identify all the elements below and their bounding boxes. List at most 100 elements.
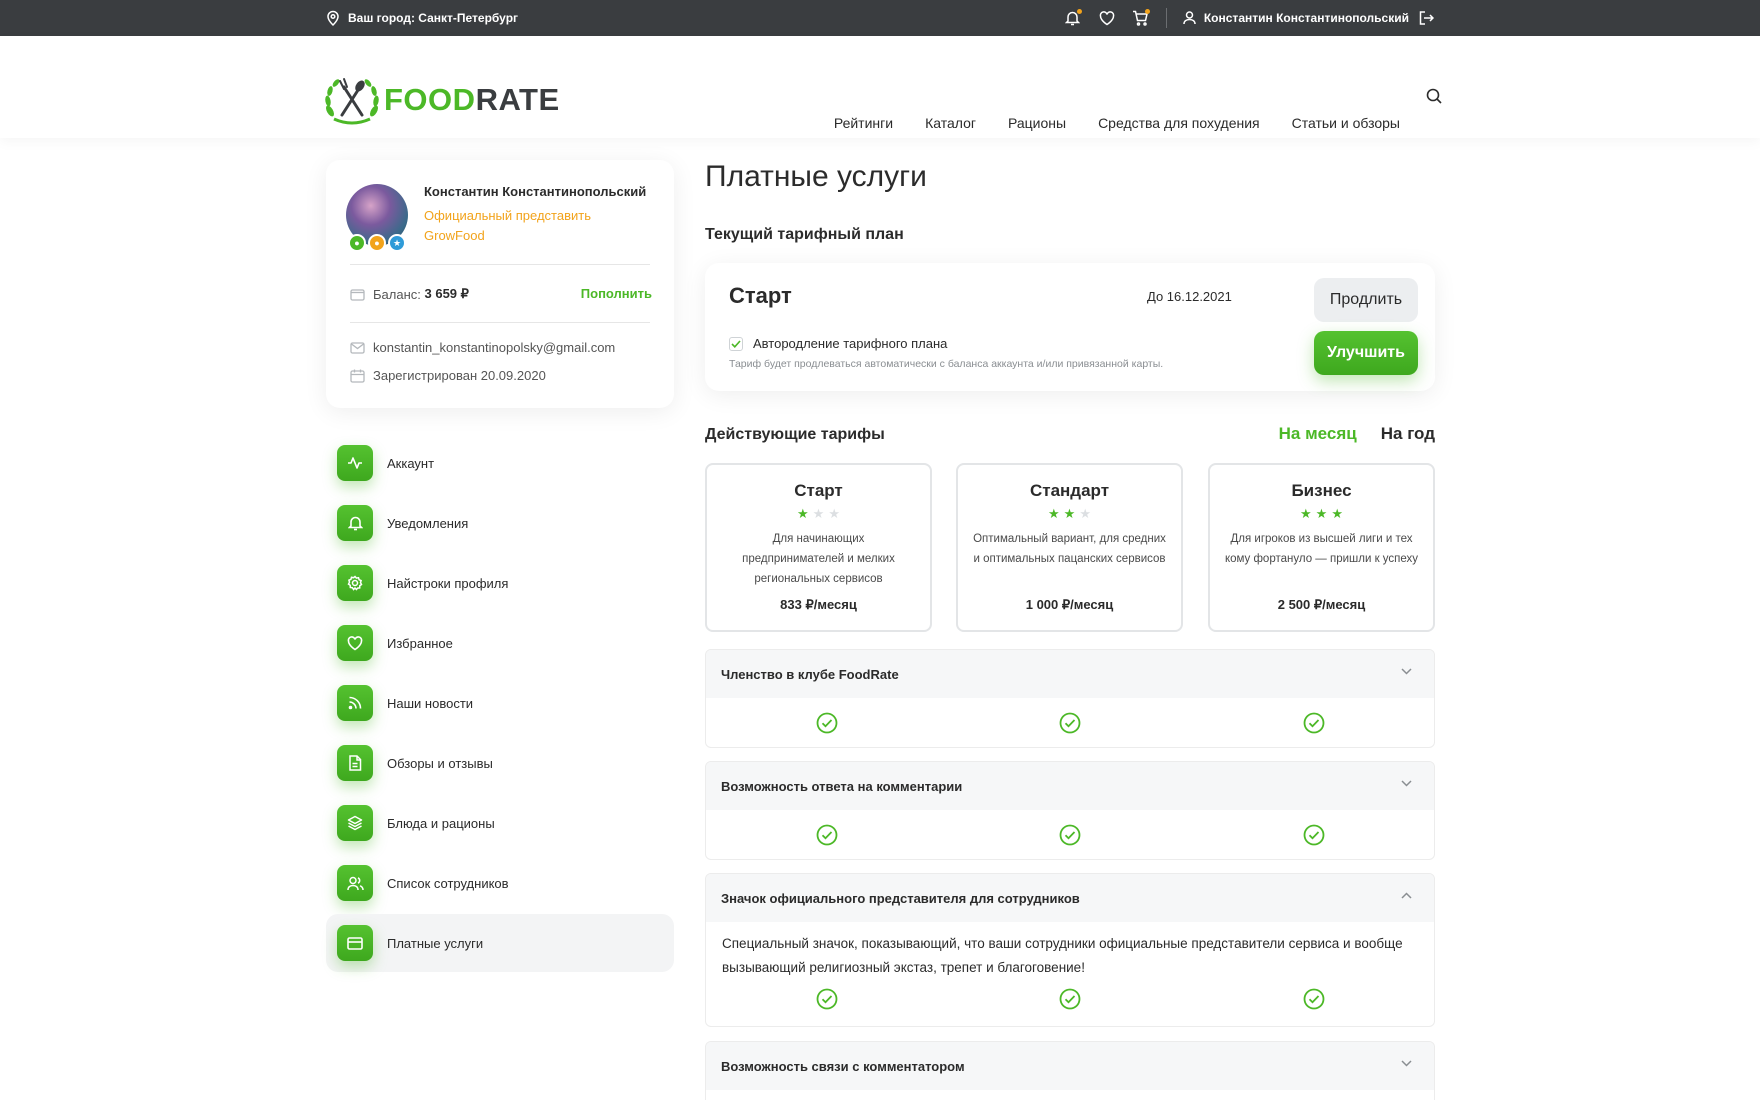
check-circle-icon [1303,824,1325,846]
menu-item-favorites[interactable]: Избранное [326,614,674,672]
wallet-icon [350,288,365,301]
profile-divider [350,264,650,265]
menu-item-news[interactable]: Наши новости [326,674,674,732]
check-circle-icon [1303,988,1325,1010]
search-icon[interactable] [1426,88,1442,104]
balance-value: 3 659 ₽ [424,286,469,301]
tariff-description: Оптимальный вариант, для средних и оптим… [973,533,1166,565]
topup-link[interactable]: Пополнить [581,286,652,301]
checkbox-icon[interactable] [729,336,743,351]
tariff-name: Стандарт [1029,481,1110,500]
profile-registered: Зарегистрирован 20.09.2020 [373,368,546,383]
tariff-name: Бизнес [1291,481,1352,500]
nav-articles[interactable]: Статьи и обзоры [1292,115,1400,131]
chevron-down-icon[interactable] [1401,668,1412,675]
chevron-down-icon[interactable] [1401,1060,1412,1067]
layers-icon [337,805,373,841]
tariff-card-business[interactable]: Бизнес ★ ★ ★ Для игроков из высшей лиги и … [1208,463,1435,632]
feature-header[interactable]: Членство в клубе FoodRate [706,650,1434,698]
menu-item-account[interactable]: Аккаунт [326,434,674,492]
feature-contact-commenter: Возможность связи с комментатором [705,1041,1435,1100]
user-name: Константин Константинопольский [1203,11,1409,25]
bell-icon[interactable] [1064,9,1082,27]
menu-item-label: Наши новости [387,695,474,711]
side-menu: Аккаунт Уведомления Найстроки профиля Из… [326,434,674,974]
feature-official-badge: Значок официального представителя для со… [705,873,1435,1027]
extend-button[interactable]: Продлить [1314,278,1418,322]
feature-title: Возможность ответа на комментарии [721,778,963,794]
nav-ratings[interactable]: Рейтинги [834,115,893,131]
nav-diets[interactable]: Рационы [1008,115,1066,131]
page-title: Платные услуги [705,160,927,193]
menu-item-label: Блюда и рационы [387,815,495,831]
feature-title: Членство в клубе FoodRate [721,666,899,682]
feature-checks [706,698,1434,747]
menu-item-paid-services[interactable]: Платные услуги [326,914,674,972]
menu-item-reviews[interactable]: Обзоры и отзывы [326,734,674,792]
autorenew-label: Автородление тарифного плана [753,336,948,351]
autorenew-checkbox[interactable]: Автородление тарифного плана [729,336,947,351]
tariff-card-standard[interactable]: Стандарт ★ ★ ★ Оптимальный вариант, для ср… [956,463,1183,632]
foodrate-logo[interactable]: FOODRATE [324,76,560,125]
document-icon [337,745,373,781]
chevron-up-icon[interactable] [1401,892,1412,899]
star-icon: ★ [1331,506,1343,521]
top-bar: Ваш город: Санкт-Петербург Константин Ко… [0,0,1760,36]
nav-weight-loss[interactable]: Средства для похудения [1098,115,1260,131]
chevron-down-icon[interactable] [1401,780,1412,787]
star-icon: ★ [1315,506,1328,521]
feature-header[interactable]: Возможность связи с комментатором [706,1042,1434,1090]
user-menu[interactable]: Константин Константинопольский [1183,11,1434,25]
tariff-stars: ★ ★ ★ [707,507,930,521]
tariff-price: 1 000 ₽/месяц [1025,597,1114,612]
current-plan-card: Старт До 16.12.2021 Автородление тарифно… [705,263,1435,391]
calendar-icon [350,369,365,383]
notification-dot [1076,9,1082,14]
profile-divider-2 [350,322,650,323]
balance-row: Баланс: 3 659 ₽ [350,286,469,302]
menu-item-label: Список сотрудников [387,875,509,891]
check-circle-icon [1059,712,1081,734]
upgrade-button[interactable]: Улучшить [1314,331,1418,375]
email-row: konstantin_konstantinopolsky@gmail.com [350,340,615,355]
nav-catalog[interactable]: Каталог [925,115,976,131]
heart-icon [337,625,373,661]
location-pin-icon [326,10,340,26]
star-icon: ★ [797,506,809,521]
logout-icon[interactable] [1419,11,1434,25]
tariff-stars: ★ ★ ★ [958,507,1181,521]
menu-item-label: Найстроки профиля [387,575,509,591]
menu-item-notifications[interactable]: Уведомления [326,494,674,552]
users-icon [337,865,373,901]
tariff-name: Старт [794,481,843,500]
cart-icon[interactable] [1132,9,1150,27]
check-circle-icon [1059,988,1081,1010]
check-circle-icon [816,988,838,1010]
logo-food-text: FOOD [384,82,476,117]
feature-header[interactable]: Значок официального представителя для со… [706,874,1434,922]
menu-item-profile-settings[interactable]: Найстроки профиля [326,554,674,612]
profile-badges: ● ● ★ [348,234,406,252]
logo-rate-text: RATE [475,82,560,117]
registered-row: Зарегистрирован 20.09.2020 [350,368,546,383]
heart-icon[interactable] [1098,9,1116,27]
city-label: Ваш город: Санкт-Петербург [348,11,519,25]
star-icon: ★ [1063,506,1076,521]
menu-item-label: Уведомления [387,515,469,531]
star-icon: ★ [1300,506,1312,521]
period-toggle: На месяц На год [1279,424,1435,444]
city-selector[interactable]: Ваш город: Санкт-Петербург [326,0,518,36]
feature-header[interactable]: Возможность ответа на комментарии [706,762,1434,810]
gear-icon [337,565,373,601]
star-icon: ★ [1079,506,1091,521]
feature-club-membership: Членство в клубе FoodRate [705,649,1435,748]
menu-item-dishes[interactable]: Блюда и рационы [326,794,674,852]
period-year-tab[interactable]: На год [1381,424,1435,444]
profile-role[interactable]: Официальный представить GrowFood [424,206,654,246]
period-month-tab[interactable]: На месяц [1279,424,1357,444]
menu-item-employees[interactable]: Список сотрудников [326,854,674,912]
tariff-card-start[interactable]: Старт ★ ★ ★ Для начинающих предпринимателе… [705,463,932,632]
plan-name: Старт [729,283,792,308]
group-badge-icon: ● [348,234,366,252]
check-circle-icon [1303,712,1325,734]
